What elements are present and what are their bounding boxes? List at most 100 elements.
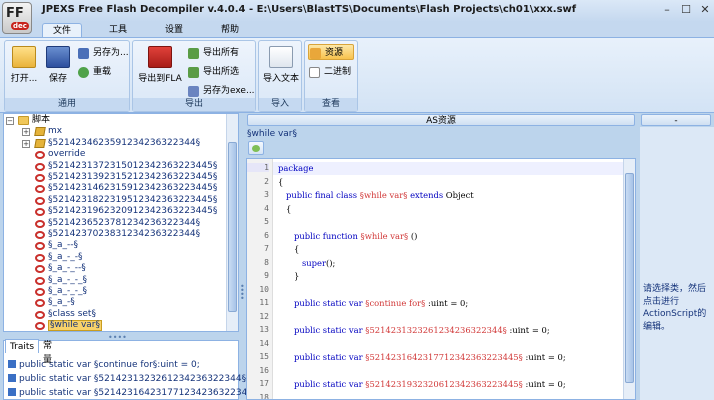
code-text: :uint = 0;: [509, 325, 550, 335]
code-line: public final class §while var§ extends O…: [278, 190, 474, 200]
class-icon: [35, 288, 45, 296]
class-icon: [35, 151, 45, 160]
class-icon: [35, 219, 45, 228]
line-number: 13: [259, 325, 269, 334]
reload-icon: [78, 67, 89, 78]
code-keyword: public static var: [293, 325, 363, 335]
view-resources-button[interactable]: 资源: [308, 44, 354, 60]
code-identifier: §5214231932320612342363223445§: [362, 379, 526, 389]
export-all-button[interactable]: 导出所有: [187, 45, 239, 61]
save-as-button[interactable]: 另存为...: [77, 45, 129, 61]
logo-text: FF: [6, 6, 24, 21]
minimize-button[interactable]: –: [660, 3, 674, 17]
code-line: {: [278, 177, 283, 187]
vertical-splitter[interactable]: • • • •: [240, 283, 245, 303]
trait-item[interactable]: public static var §521423164231771234236…: [8, 387, 263, 399]
line-number: 18: [259, 392, 269, 400]
ribbon-tabs: 文件 工具 设置 帮助: [0, 22, 714, 38]
code-toolbar-button[interactable]: [248, 141, 264, 155]
save-as-label: 另存为...: [93, 48, 129, 58]
script-tree[interactable]: − 脚本 + mx + §5214234623591234236322344§ over…: [3, 113, 239, 332]
close-button[interactable]: ✕: [698, 3, 712, 17]
line-number: 1: [247, 163, 269, 172]
class-icon: [35, 174, 45, 182]
code-line: public static var §521423132326123423632…: [278, 325, 550, 335]
save-button[interactable]: 保存: [41, 44, 75, 92]
code-line: public static var §521423193232061234236…: [278, 379, 566, 389]
code-keyword: public final class: [286, 190, 358, 200]
class-icon: [35, 265, 45, 274]
package-icon: [34, 138, 46, 148]
export-all-icon: [188, 48, 199, 59]
line-number: 3: [264, 190, 269, 199]
code-line: {: [278, 244, 299, 254]
export-fla-button[interactable]: 导出到FLA: [137, 44, 183, 92]
code-identifier: §5214231323261234236322344§: [362, 325, 510, 335]
folder-open-icon: [12, 46, 36, 68]
tab-settings[interactable]: 设置: [156, 23, 192, 38]
class-icon: [35, 299, 45, 308]
code-identifier: §5214231642317712342363223445§: [362, 352, 526, 362]
tree-scroll-thumb[interactable]: [228, 142, 237, 312]
editor-scroll-thumb[interactable]: [625, 173, 634, 383]
current-line-highlight: [273, 162, 625, 175]
group-general-label: 通用: [5, 98, 129, 111]
trait-item[interactable]: public static var §continue for§:uint = …: [8, 359, 200, 371]
tab-constants[interactable]: 常量: [39, 339, 56, 365]
tree-item-label: §_a_-_-§: [48, 251, 83, 262]
open-button[interactable]: 打开...: [7, 44, 41, 92]
floppy-icon: [46, 46, 70, 68]
export-selected-button[interactable]: 导出所选: [187, 64, 239, 80]
collapse-icon[interactable]: −: [6, 117, 14, 125]
tree-item-label: §5214231822319512342363223445§: [48, 194, 218, 205]
line-number: 6: [264, 230, 269, 240]
editor-scrollbar[interactable]: [623, 159, 635, 399]
code-line: public static var §continue for§ :uint =…: [278, 298, 468, 308]
code-line: public function §while var§ (): [278, 231, 417, 241]
exe-icon: [188, 86, 199, 97]
tab-file[interactable]: 文件: [42, 23, 82, 38]
app-logo-icon[interactable]: FF dec: [2, 2, 32, 34]
view-binary-label: 二进制: [324, 67, 352, 77]
line-number: 11: [259, 298, 269, 307]
line-number: 10: [259, 284, 269, 294]
expand-icon[interactable]: +: [22, 128, 30, 137]
folder-icon: [18, 116, 29, 125]
save-as-exe-button[interactable]: 另存为exe...: [187, 83, 255, 99]
code-editor[interactable]: 1 2 3 4 5 6 7 8 9 10 11 12 13 14 15 16 17 18 package{ pub…: [246, 158, 636, 400]
tree-item-label: override: [48, 149, 86, 160]
tree-item-label: §_a_-_-_§: [48, 286, 88, 296]
class-icon: [35, 196, 45, 205]
reload-button[interactable]: 重载: [77, 64, 111, 80]
group-export: 导出到FLA 导出所有 导出所选 另存为exe... 导出: [132, 40, 256, 112]
trait-icon: [8, 360, 16, 368]
code-text: ();: [325, 257, 336, 268]
save-label: 保存: [48, 74, 67, 84]
code-keyword: public static var: [293, 379, 363, 389]
right-panel: [640, 127, 714, 400]
line-number: 17: [259, 379, 269, 388]
view-binary-button[interactable]: 二进制: [308, 64, 351, 80]
tab-help[interactable]: 帮助: [212, 23, 248, 38]
code-keyword: package: [278, 163, 314, 173]
export-selected-label: 导出所选: [203, 67, 240, 77]
tree-item-label: §_a_-_--§: [48, 263, 86, 274]
class-icon: [35, 253, 45, 262]
tree-item-label: §_a_--§: [48, 240, 79, 251]
line-number: 4: [264, 203, 269, 213]
tab-traits[interactable]: Traits: [5, 339, 40, 353]
code-text: {: [278, 203, 292, 214]
import-text-button[interactable]: 导入文本: [261, 44, 301, 92]
tab-tools[interactable]: 工具: [100, 23, 136, 38]
tree-scrollbar[interactable]: [226, 114, 238, 331]
expand-icon[interactable]: +: [22, 139, 30, 148]
maximize-button[interactable]: ☐: [679, 3, 693, 17]
line-number: 7: [264, 244, 269, 253]
tree-item-label: §class set§: [48, 308, 96, 319]
code-text: {: [278, 244, 300, 254]
trait-item[interactable]: public static var §521423132326123423632…: [8, 373, 257, 385]
